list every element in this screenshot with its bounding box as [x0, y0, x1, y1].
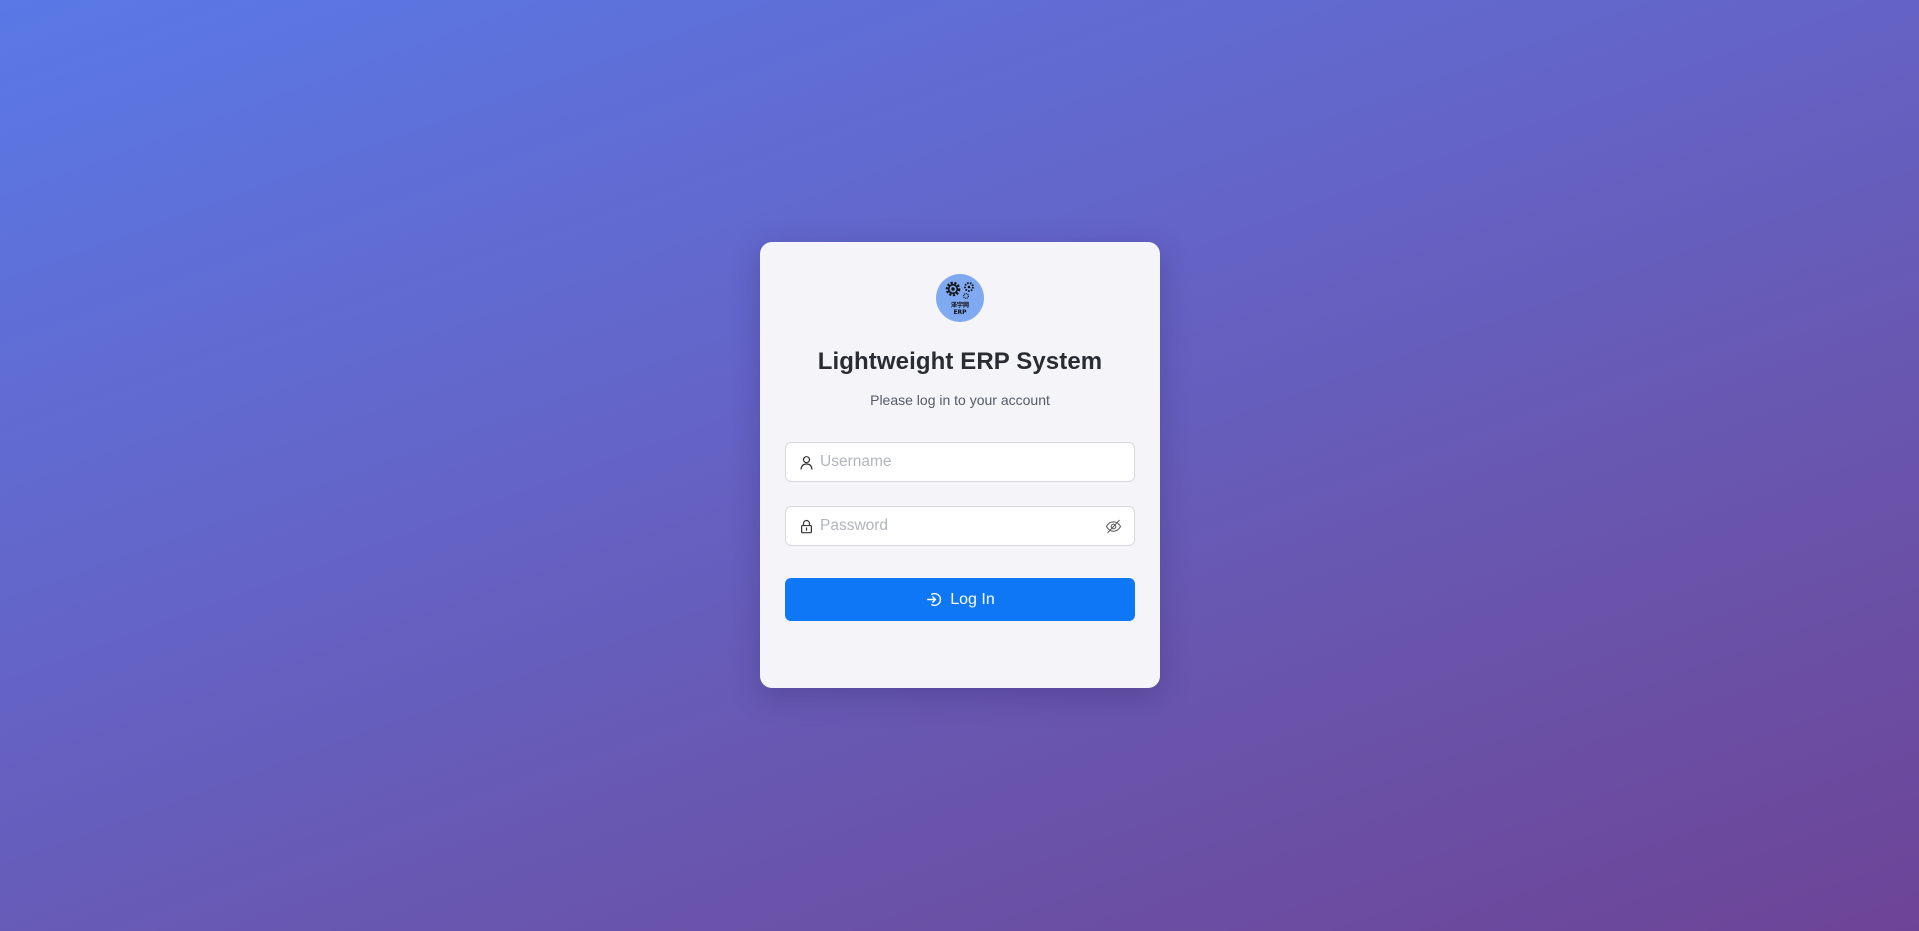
- user-icon: [798, 454, 814, 470]
- password-field[interactable]: [785, 506, 1135, 546]
- logo-text-line2: ERP: [953, 309, 967, 316]
- username-field[interactable]: [785, 442, 1135, 482]
- logo-text-line1: 泽宇网: [951, 301, 969, 309]
- password-input[interactable]: [820, 507, 1104, 545]
- login-button[interactable]: Log In: [785, 578, 1135, 621]
- app-logo: 泽宇网 ERP: [936, 274, 984, 322]
- login-button-label: Log In: [950, 590, 995, 608]
- eye-hidden-icon[interactable]: [1104, 517, 1122, 535]
- gears-icon: 泽宇网 ERP: [945, 281, 974, 316]
- lock-icon: [798, 518, 814, 534]
- login-card: 泽宇网 ERP Lightweight ERP System Please lo…: [760, 242, 1160, 688]
- login-icon: [925, 591, 943, 609]
- login-subtitle: Please log in to your account: [870, 392, 1050, 408]
- username-input[interactable]: [820, 443, 1134, 481]
- app-title: Lightweight ERP System: [817, 348, 1103, 375]
